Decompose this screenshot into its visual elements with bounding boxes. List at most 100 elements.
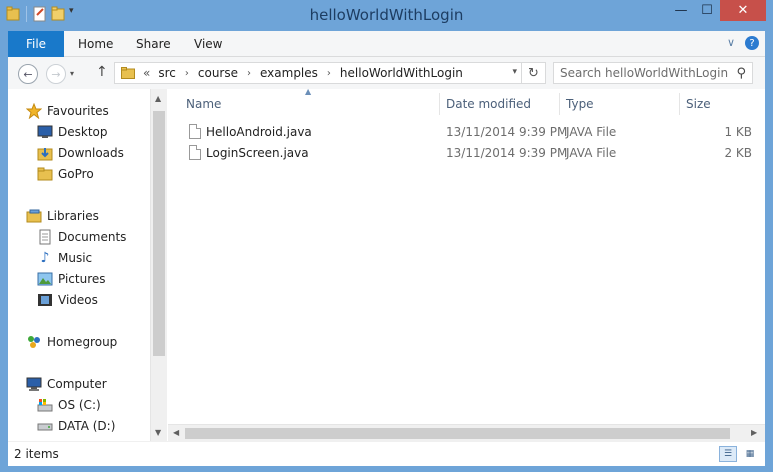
breadcrumb-course[interactable]: course ›: [198, 66, 260, 80]
file-name: HelloAndroid.java: [206, 125, 312, 139]
address-dropdown-icon[interactable]: ▾: [512, 67, 517, 77]
back-button[interactable]: ←: [18, 64, 38, 84]
forward-button[interactable]: →: [46, 64, 66, 84]
address-bar[interactable]: « src › course › examples › helloWorldWithL…: [114, 62, 522, 84]
file-list: Name ▲ Date modified Type Size HelloAndr…: [168, 87, 765, 441]
nav-item-music[interactable]: ♪ Music: [37, 248, 93, 268]
recent-locations-icon[interactable]: ▾: [70, 69, 74, 78]
window-title: helloWorldWithLogin: [309, 6, 464, 24]
java-file-icon: [189, 124, 201, 139]
minimize-button[interactable]: —: [668, 0, 694, 21]
details-view-button[interactable]: ☰: [719, 446, 737, 462]
nav-label: Homegroup: [47, 335, 118, 349]
tab-share[interactable]: Share: [136, 31, 171, 57]
drive-icon: [37, 397, 53, 413]
scroll-left-icon[interactable]: ◀: [173, 428, 179, 437]
drive-icon: [37, 418, 53, 434]
music-icon: ♪: [40, 250, 50, 266]
search-input[interactable]: Search helloWorldWithLogin ⚲: [553, 62, 753, 84]
nav-item-downloads[interactable]: Downloads: [37, 143, 124, 163]
nav-label: GoPro: [58, 167, 94, 181]
pictures-icon: [37, 271, 53, 287]
refresh-icon: ↻: [528, 65, 539, 81]
refresh-button[interactable]: ↻: [522, 62, 546, 84]
videos-icon: [37, 292, 53, 308]
forward-arrow-icon: →: [51, 67, 61, 81]
nav-item-data-d[interactable]: DATA (D:): [37, 416, 115, 436]
column-divider[interactable]: [439, 93, 440, 115]
title-bar: ▾ helloWorldWithLogin — ☐ ✕: [0, 0, 773, 31]
column-label: Date modified: [446, 97, 532, 111]
file-type: JAVA File: [566, 146, 617, 160]
chevron-right-icon[interactable]: ›: [327, 68, 331, 79]
breadcrumb-label: examples: [260, 66, 318, 80]
tab-view[interactable]: View: [194, 31, 222, 57]
column-label: Type: [566, 97, 594, 111]
column-label: Name: [186, 97, 222, 111]
navigation-bar: ← → ▾ ↑ « src › course › examples › helloWo…: [8, 57, 765, 89]
tab-file[interactable]: File: [8, 31, 64, 57]
details-view-icon: ☰: [723, 449, 733, 459]
tab-home[interactable]: Home: [78, 31, 113, 57]
up-arrow-icon[interactable]: ↑: [96, 64, 108, 80]
breadcrumb-examples[interactable]: examples ›: [260, 66, 340, 80]
scrollbar-thumb[interactable]: [153, 111, 165, 356]
explorer-window: ▾ helloWorldWithLogin — ☐ ✕ File Home Sh…: [0, 0, 773, 472]
file-type: JAVA File: [566, 125, 617, 139]
nav-label: Pictures: [58, 272, 106, 286]
scroll-right-icon[interactable]: ▶: [751, 428, 757, 437]
navigation-pane: Favourites Desktop Downloads GoPro Libra…: [8, 89, 150, 441]
nav-item-os-c[interactable]: OS (C:): [37, 395, 101, 415]
libraries-icon: [26, 208, 42, 224]
nav-item-gopro[interactable]: GoPro: [37, 164, 94, 184]
file-size: 1 KB: [724, 125, 752, 139]
help-icon[interactable]: ?: [745, 36, 759, 50]
nav-homegroup[interactable]: Homegroup: [26, 332, 117, 352]
file-row[interactable]: HelloAndroid.java 13/11/2014 9:39 PM JAV…: [168, 122, 765, 143]
scroll-down-icon[interactable]: ▼: [155, 428, 161, 437]
downloads-icon: [37, 145, 53, 161]
search-icon[interactable]: ⚲: [736, 66, 746, 81]
column-divider[interactable]: [559, 93, 560, 115]
file-date: 13/11/2014 9:39 PM: [446, 146, 568, 160]
breadcrumb-helloworldwithlogin[interactable]: helloWorldWithLogin: [340, 66, 463, 80]
nav-favourites[interactable]: Favourites: [26, 101, 109, 121]
nav-libraries[interactable]: Libraries: [26, 206, 99, 226]
nav-label: Documents: [58, 230, 127, 244]
nav-label: Favourites: [47, 104, 109, 118]
large-icons-view-button[interactable]: ▦: [741, 446, 759, 462]
computer-icon: [26, 376, 42, 392]
nav-label: Music: [58, 251, 93, 265]
column-header-name[interactable]: Name: [186, 93, 221, 115]
chevron-right-icon[interactable]: ›: [247, 68, 251, 79]
expand-ribbon-icon[interactable]: ∨: [727, 36, 735, 50]
nav-computer[interactable]: Computer: [26, 374, 107, 394]
nav-label: Computer: [47, 377, 107, 391]
file-row[interactable]: LoginScreen.java 13/11/2014 9:39 PM JAVA…: [168, 143, 765, 164]
breadcrumb-src[interactable]: src ›: [158, 66, 198, 80]
maximize-button[interactable]: ☐: [694, 0, 720, 21]
column-divider[interactable]: [679, 93, 680, 115]
navigation-pane-scrollbar[interactable]: ▲ ▼: [150, 89, 167, 441]
nav-item-desktop[interactable]: Desktop: [37, 122, 108, 142]
file-size: 2 KB: [724, 146, 752, 160]
nav-label: Libraries: [47, 209, 99, 223]
column-header-type[interactable]: Type: [566, 93, 594, 115]
nav-label: OS (C:): [58, 398, 101, 412]
column-header-date-modified[interactable]: Date modified: [446, 93, 531, 115]
nav-item-videos[interactable]: Videos: [37, 290, 98, 310]
nav-item-documents[interactable]: Documents: [37, 227, 126, 247]
chevron-right-icon[interactable]: ›: [185, 68, 189, 79]
overflow-icon[interactable]: «: [143, 66, 150, 80]
nav-label: Desktop: [58, 125, 108, 139]
desktop-icon: [37, 124, 53, 140]
ribbon-tabs: File Home Share View ∨ ?: [8, 31, 765, 57]
column-header-size[interactable]: Size: [686, 93, 711, 115]
scroll-up-icon[interactable]: ▲: [155, 94, 161, 103]
nav-item-pictures[interactable]: Pictures: [37, 269, 106, 289]
scrollbar-thumb[interactable]: [185, 428, 730, 439]
file-list-horizontal-scrollbar[interactable]: ◀ ▶: [168, 424, 765, 441]
close-button[interactable]: ✕: [720, 0, 766, 21]
breadcrumb-overflow[interactable]: «: [143, 66, 158, 80]
breadcrumb-label: course: [197, 66, 238, 80]
